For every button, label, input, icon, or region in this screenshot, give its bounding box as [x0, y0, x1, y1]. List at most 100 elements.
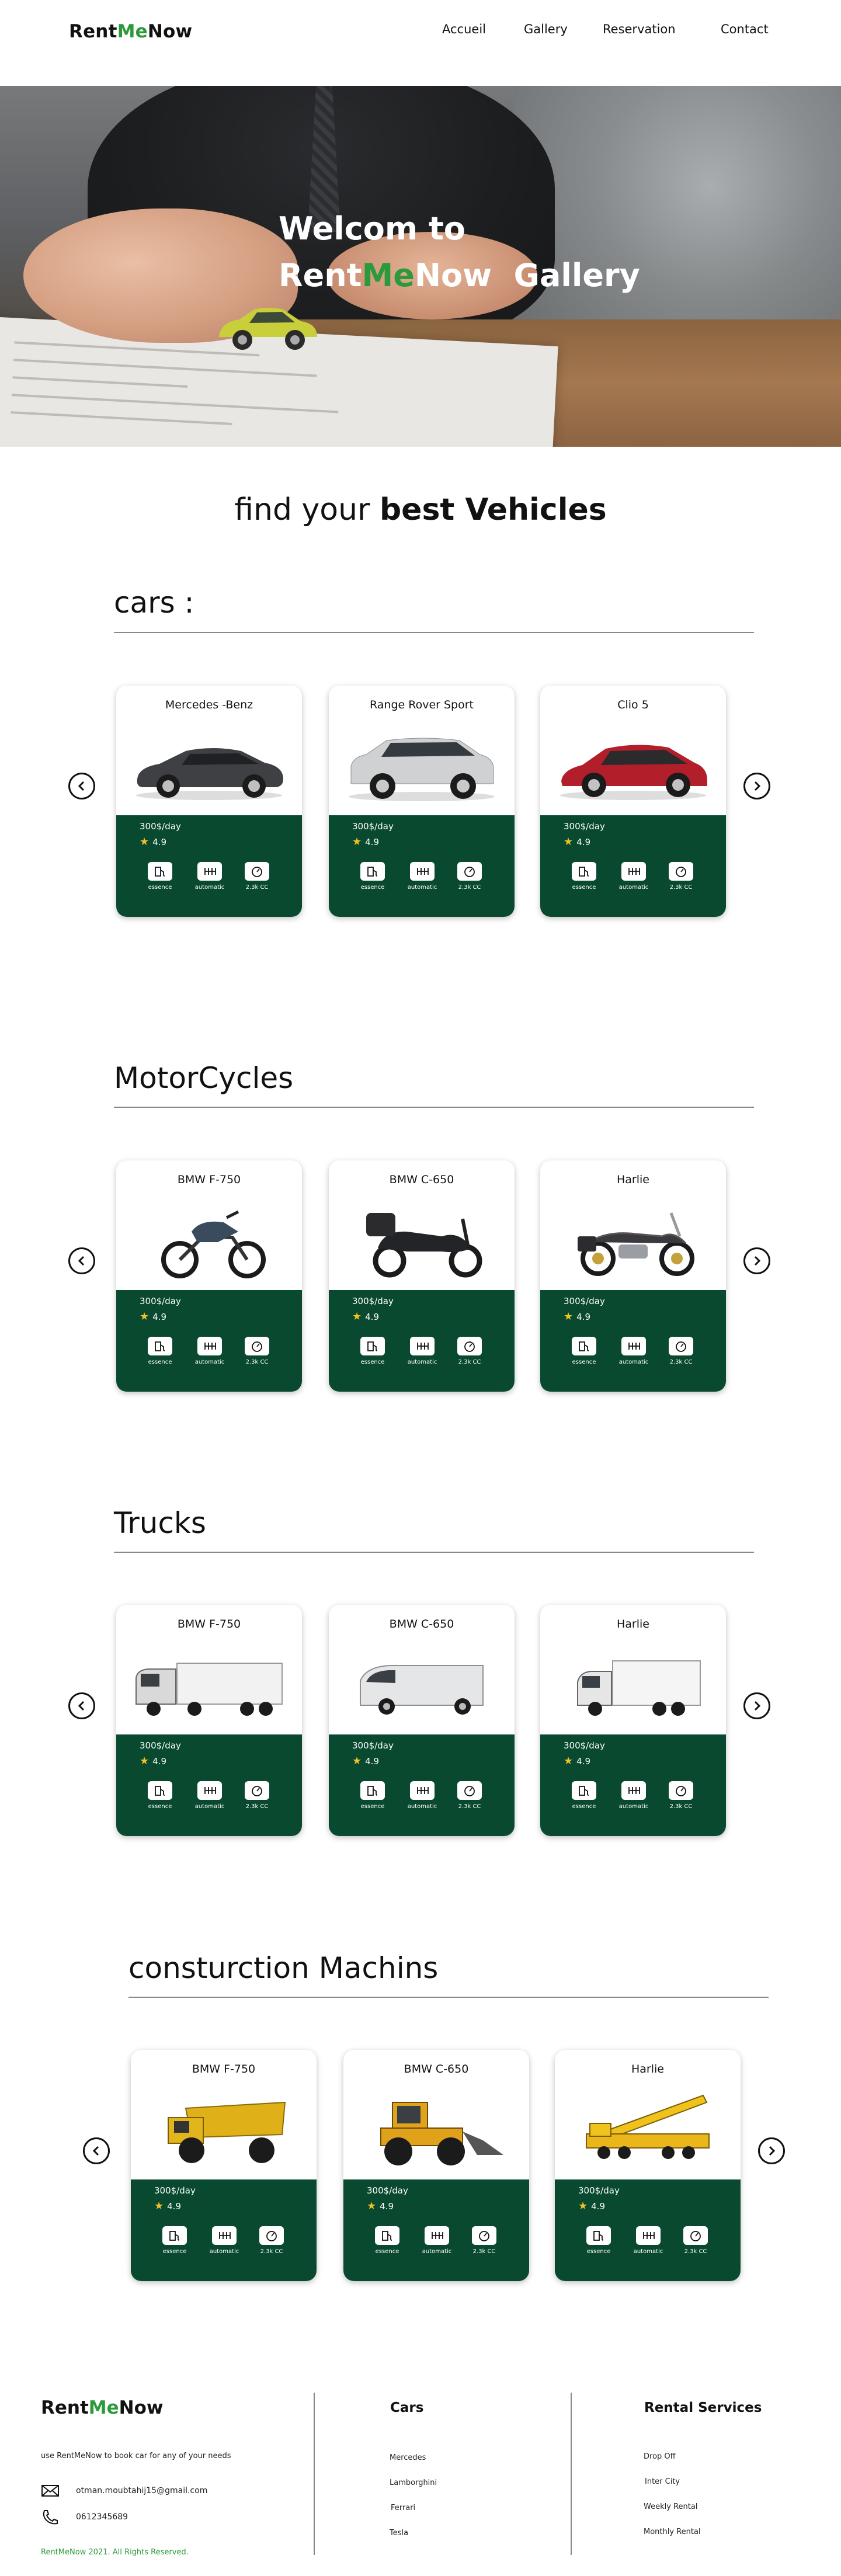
speedometer-icon: [676, 867, 686, 877]
footer-services-title: Rental Services: [644, 2400, 762, 2415]
vehicle-card[interactable]: BMW C-650 300$/day ★ 4.9 essence automati…: [343, 2050, 529, 2281]
vehicle-name: BMW C-650: [389, 1618, 454, 1631]
hero-title: Welcom to RentMeNow Gallery: [279, 206, 640, 299]
feature-transmission: automatic: [186, 1781, 233, 1810]
speedometer-icon: [690, 2231, 701, 2241]
card-info-panel: 300$/day ★ 4.9 essence automatic 2.3k CC: [540, 815, 726, 917]
speedometer-icon: [676, 1341, 686, 1352]
star-icon: ★: [564, 1310, 574, 1323]
footer-service-link[interactable]: Inter City: [645, 2477, 680, 2486]
logo-part-1: Rent: [69, 21, 117, 42]
cruiser-motorcycle-icon: [578, 1212, 694, 1276]
vehicle-card[interactable]: Harlie 300$/day ★ 4.9 essence automatic 2…: [540, 1605, 726, 1836]
footer-description: use RentMeNow to book car for any of you…: [41, 2452, 231, 2460]
footer-car-link[interactable]: Ferrari: [391, 2504, 415, 2512]
vehicle-card[interactable]: Mercedes -Benz 300$/day ★ 4.9 essence aut…: [116, 686, 302, 917]
star-icon: ★: [352, 836, 362, 848]
star-icon: ★: [140, 1755, 150, 1767]
prev-arrow-button[interactable]: [68, 1247, 95, 1274]
phone-icon: [43, 2510, 58, 2525]
next-arrow-button[interactable]: [758, 2137, 785, 2164]
rating: ★ 4.9: [140, 1755, 166, 1767]
feature-transmission: automatic: [186, 862, 233, 891]
vehicle-card[interactable]: BMW C-650 300$/day ★ 4.9 essence automati…: [329, 1605, 515, 1836]
feature-transmission: automatic: [201, 2226, 248, 2255]
price: 300$/day: [154, 2185, 196, 2196]
feature-fuel: essence: [349, 862, 396, 891]
footer-email[interactable]: otman.moubtahij15@gmail.com: [41, 2484, 207, 2497]
gearbox-icon: [643, 2232, 655, 2239]
footer-phone[interactable]: 0612345689: [41, 2509, 128, 2525]
gearbox-icon: [204, 1343, 216, 1350]
price: 300$/day: [564, 821, 605, 832]
feature-engine: 2.3k CC: [461, 2226, 508, 2255]
prev-arrow-button[interactable]: [83, 2137, 110, 2164]
speedometer-icon: [266, 2231, 277, 2241]
toy-car-icon: [219, 308, 317, 350]
prev-arrow-button[interactable]: [68, 1692, 95, 1719]
gearbox-icon: [204, 1787, 216, 1794]
chevron-right-icon: [769, 2146, 776, 2156]
footer-service-link[interactable]: Drop Off: [644, 2452, 676, 2461]
card-info-panel: 300$/day ★ 4.9 essence automatic 2.3k CC: [540, 1734, 726, 1836]
gearbox-icon: [628, 1787, 640, 1794]
speedometer-icon: [464, 867, 475, 877]
chevron-left-icon: [92, 2146, 99, 2156]
vehicle-card[interactable]: Clio 5 300$/day ★ 4.9 essence automatic 2…: [540, 686, 726, 917]
feature-fuel: essence: [575, 2226, 622, 2255]
price: 300$/day: [352, 1296, 394, 1306]
footer-car-link[interactable]: Mercedes: [390, 2453, 426, 2462]
footer-car-link[interactable]: Tesla: [390, 2529, 408, 2537]
footer-service-link[interactable]: Weekly Rental: [644, 2502, 697, 2511]
footer-car-link[interactable]: Lamborghini: [390, 2478, 437, 2487]
card-info-panel: 300$/day ★ 4.9 essence automatic 2.3k CC: [343, 2179, 529, 2281]
logo[interactable]: RentMeNow: [69, 21, 192, 42]
vehicle-name: Range Rover Sport: [369, 698, 474, 711]
card-info-panel: 300$/day ★ 4.9 essence automatic 2.3k CC: [329, 1290, 515, 1392]
nav-reservation[interactable]: Reservation: [603, 22, 676, 36]
chevron-right-icon: [754, 1701, 761, 1711]
card-info-panel: 300$/day ★ 4.9 essence automatic 2.3k CC: [131, 2179, 317, 2281]
feature-engine: 2.3k CC: [658, 1337, 704, 1365]
footer-logo[interactable]: RentMeNow: [41, 2397, 164, 2418]
vehicle-name: Harlie: [631, 2063, 664, 2076]
van-icon: [360, 1665, 484, 1715]
vehicle-card[interactable]: Harlie 300$/day ★ 4.9 essence automatic 2…: [555, 2050, 741, 2281]
feature-transmission: automatic: [610, 1781, 657, 1810]
footer-copyright: RentMeNow 2021. All Rights Reserved.: [41, 2548, 189, 2557]
feature-engine: 2.3k CC: [672, 2226, 719, 2255]
fuel-icon: [579, 1786, 589, 1796]
feature-engine: 2.3k CC: [234, 1337, 280, 1365]
card-info-panel: 300$/day ★ 4.9 essence automatic 2.3k CC: [540, 1290, 726, 1392]
section-divider: [114, 1552, 754, 1553]
prev-arrow-button[interactable]: [68, 773, 95, 799]
footer-service-link[interactable]: Monthly Rental: [644, 2528, 701, 2536]
next-arrow-button[interactable]: [743, 1692, 770, 1719]
gearbox-icon: [219, 2232, 231, 2239]
star-icon: ★: [564, 1755, 574, 1767]
price: 300$/day: [140, 1740, 181, 1751]
nav-contact[interactable]: Contact: [721, 22, 769, 36]
vehicle-card[interactable]: BMW C-650 300$/day ★ 4.9 essence automati…: [329, 1160, 515, 1392]
vehicle-card[interactable]: BMW F-750 300$/day ★ 4.9 essence automati…: [131, 2050, 317, 2281]
card-info-panel: 300$/day ★ 4.9 essence automatic 2.3k CC: [116, 1734, 302, 1836]
card-info-panel: 300$/day ★ 4.9 essence automatic 2.3k CC: [116, 815, 302, 917]
nav-gallery[interactable]: Gallery: [524, 22, 568, 36]
vehicle-card[interactable]: Harlie 300$/day ★ 4.9 essence automatic 2…: [540, 1160, 726, 1392]
feature-fuel: essence: [151, 2226, 198, 2255]
feature-fuel: essence: [561, 862, 607, 891]
fuel-icon: [155, 1786, 165, 1796]
vehicle-card[interactable]: BMW F-750 300$/day ★ 4.9 essence automati…: [116, 1160, 302, 1392]
hero-line-2: RentMeNow Gallery: [279, 257, 640, 294]
fuel-icon: [169, 2231, 180, 2241]
vehicle-card[interactable]: Range Rover Sport 300$/day ★ 4.9 essence …: [329, 686, 515, 917]
fuel-icon: [367, 1786, 378, 1796]
star-icon: ★: [578, 2200, 588, 2212]
next-arrow-button[interactable]: [743, 773, 770, 799]
section-title-trucks: Trucks: [114, 1506, 206, 1540]
next-arrow-button[interactable]: [743, 1247, 770, 1274]
gearbox-icon: [628, 868, 640, 875]
nav-accueil[interactable]: Accueil: [442, 22, 486, 36]
vehicle-card[interactable]: BMW F-750 300$/day ★ 4.9 essence automati…: [116, 1605, 302, 1836]
chevron-right-icon: [754, 1256, 761, 1266]
